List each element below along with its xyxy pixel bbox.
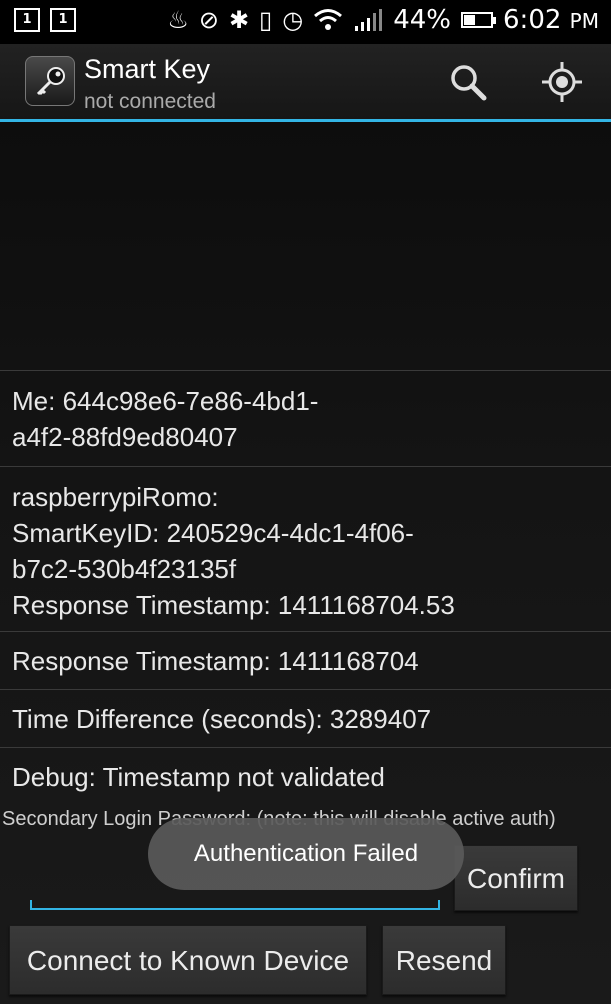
status-bar: 1 1 ♨ ⊘ ✱ ▯ ◷ 44% 6:02 PM: [0, 0, 611, 44]
list-item-debug[interactable]: Debug: Timestamp not validated: [0, 747, 611, 805]
list-item-line: a4f2-88fd9ed80407: [12, 422, 238, 452]
app-title: Smart Key: [84, 54, 211, 84]
clock-suffix: PM: [569, 9, 599, 33]
battery-percent: 44%: [393, 5, 452, 35]
alarm-icon: ◷: [282, 6, 304, 34]
clock: 6:02 PM: [503, 5, 599, 35]
list-item-line: Response Timestamp: 1411168704: [12, 646, 419, 676]
clock-time: 6:02: [503, 5, 562, 35]
search-button[interactable]: [446, 60, 490, 104]
list-item-time-diff[interactable]: Time Difference (seconds): 3289407: [0, 689, 611, 747]
status-left-icons: 1 1: [14, 8, 76, 32]
fire-icon: ♨: [167, 6, 189, 34]
search-icon: [451, 65, 487, 101]
notification-2-icon: 1: [50, 8, 76, 32]
gps-locate-icon: [542, 62, 582, 102]
battery-icon: [461, 12, 497, 28]
list-item-line: Debug: Timestamp not validated: [12, 762, 385, 792]
list-item-response[interactable]: Response Timestamp: 1411168704: [0, 631, 611, 689]
connect-known-device-button[interactable]: Connect to Known Device: [9, 925, 367, 995]
bluetooth-icon: ✱: [228, 6, 250, 34]
app-key-icon[interactable]: [25, 56, 75, 106]
locate-button[interactable]: [540, 60, 584, 104]
resend-button[interactable]: Resend: [382, 925, 506, 995]
action-bar: Smart Key not connected: [0, 44, 611, 120]
battery-fill: [464, 15, 476, 25]
signal-icon: [355, 9, 383, 31]
status-right-icons: ♨ ⊘ ✱ ▯ ◷ 44% 6:02 PM: [167, 5, 599, 35]
sync-off-icon: ⊘: [198, 6, 219, 34]
vibrate-icon: ▯: [259, 6, 273, 34]
list-item-line: b7c2-530b4f23135f: [12, 554, 237, 584]
confirm-button[interactable]: Confirm: [454, 845, 578, 911]
list-item-device[interactable]: raspberrypiRomo: SmartKeyID: 240529c4-4d…: [0, 466, 611, 631]
list-item-me[interactable]: Me: 644c98e6-7e86-4bd1- a4f2-88fd9ed8040…: [0, 370, 611, 466]
list-item-line: raspberrypiRomo:: [12, 482, 219, 512]
toast-message: Authentication Failed: [148, 818, 464, 890]
list-item-line: Time Difference (seconds): 3289407: [12, 704, 432, 734]
list-item-line: Response Timestamp: 1411168704.53: [12, 590, 455, 620]
notification-1-icon: 1: [14, 8, 40, 32]
list-item-line: Me: 644c98e6-7e86-4bd1-: [12, 386, 319, 416]
wifi-icon: [314, 9, 343, 30]
list-item-line: SmartKeyID: 240529c4-4dc1-4f06-: [12, 518, 414, 548]
connection-status: not connected: [84, 90, 216, 113]
